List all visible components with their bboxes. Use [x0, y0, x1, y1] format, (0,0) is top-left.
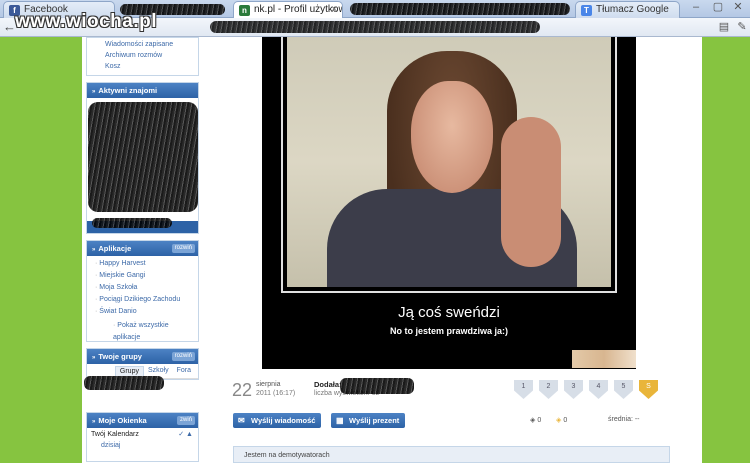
redaction-scribble	[92, 218, 172, 228]
app-link[interactable]: Happy Harvest	[95, 258, 194, 270]
send-gift-button[interactable]: ▦ Wyślij prezent	[331, 413, 406, 428]
messages-trash-link[interactable]: Kosz	[95, 61, 194, 72]
gold-count-value: 0	[563, 417, 568, 424]
gold-count: ◈ 0	[556, 416, 567, 424]
active-friends-header[interactable]: » Aktywni znajomi	[87, 83, 198, 98]
page-background-right	[702, 37, 750, 463]
apps-expand-button[interactable]: rozwiń	[171, 244, 195, 253]
poster-subtitle: No to jestem prawdziwa ja:)	[389, 326, 509, 336]
apps-title: Aplikacje	[98, 244, 132, 253]
sidebar: Wiadomości zapisane Archiwum rozmów Kosz…	[86, 37, 199, 463]
widgets-collapse-button[interactable]: zwiń	[176, 416, 195, 425]
groups-header[interactable]: » Twoje grupy rozwiń	[87, 349, 198, 364]
nk-icon: n	[239, 5, 250, 16]
tab-groups[interactable]: Grupy	[114, 366, 144, 376]
photo-face	[411, 81, 493, 193]
gift-icon: ▦	[336, 416, 344, 425]
close-icon[interactable]: ✕	[330, 4, 338, 15]
date-day: 22	[232, 380, 253, 400]
poster-title: Ją coś sweńdzi	[398, 304, 500, 321]
apps-box: »Aplikacjerozwiń Happy Harvest Miejskie …	[86, 240, 199, 342]
widgets-box: » Moje Okienka zwiń Twój Kalendarz ✓ ▲ dzi…	[86, 412, 199, 462]
messages-saved-link[interactable]: Wiadomości zapisane	[95, 39, 194, 50]
widgets-title: Moje Okienka	[98, 416, 147, 425]
demotivator-footer[interactable]: Jestem na demotywatorach	[233, 446, 670, 463]
translate-icon: T	[581, 5, 592, 16]
window-close-icon[interactable]: ✕	[732, 1, 744, 13]
date-time: 2011 (16:17)	[256, 390, 296, 397]
rating-shield-2[interactable]: 2	[539, 380, 558, 399]
send-gift-label: Wyślij prezent	[349, 416, 400, 425]
show-all-apps-link[interactable]: Pokaż wszystkie aplikacje	[95, 320, 194, 344]
rating-shield-4[interactable]: 4	[589, 380, 608, 399]
bookmark-icon[interactable]: ▢	[712, 1, 724, 13]
envelope-icon: ✉	[238, 416, 245, 425]
rating-shield-3[interactable]: 3	[564, 380, 583, 399]
active-friends-title: Aktywni znajomi	[98, 86, 158, 95]
super-rating-shield[interactable]: S	[639, 380, 658, 399]
calendar-row[interactable]: Twój Kalendarz ✓ ▲	[87, 428, 198, 441]
tab-google-translate[interactable]: T Tłumacz Google	[575, 1, 680, 18]
redaction-scribble	[340, 378, 414, 394]
app-link[interactable]: Miejskie Gangi	[95, 270, 194, 282]
redaction-scribble	[88, 102, 198, 212]
rating-shield-1[interactable]: 1	[514, 380, 533, 399]
page-background-left	[0, 37, 82, 463]
redaction-scribble	[210, 21, 540, 33]
widgets-header[interactable]: » Moje Okienka zwiń	[87, 413, 198, 428]
minimize-icon[interactable]: –	[690, 1, 702, 13]
shield-count: ◈ 0	[530, 416, 541, 424]
apps-header[interactable]: » Aplikacje rozwiń	[87, 241, 198, 256]
rating-shields: 1 2 3 4 5 S	[514, 380, 658, 399]
tab-label: Tłumacz Google	[596, 4, 669, 15]
rating-shield-5[interactable]: 5	[614, 380, 633, 399]
groups-title: Twoje grupy	[98, 352, 142, 361]
redaction-scribble	[350, 3, 570, 15]
send-message-label: Wyślij wiadomość	[251, 416, 316, 425]
redaction-scribble	[84, 376, 164, 390]
tab-schools[interactable]: Szkoły	[144, 366, 173, 376]
app-link[interactable]: Świat Danio	[95, 306, 194, 318]
app-link[interactable]: Pociągi Dzikiego Zachodu	[95, 294, 194, 306]
average-rating: średnia: --	[608, 416, 640, 423]
groups-expand-button[interactable]: rozwiń	[171, 352, 195, 361]
photo-hand	[501, 117, 561, 267]
wiocha-watermark: www.wiocha.pl	[15, 11, 157, 32]
app-link[interactable]: Moja Szkoła	[95, 282, 194, 294]
wrench-icon[interactable]: ✎	[736, 21, 748, 33]
tab-nk-profile[interactable]: n nk.pl - Profil użytkow ✕	[233, 1, 343, 18]
date-month: sierpnia	[256, 381, 281, 388]
shield-count-value: 0	[537, 417, 542, 424]
added-by-label: Dodała:	[314, 380, 342, 389]
checkmark-icon[interactable]: ✓ ▲	[178, 430, 193, 438]
tab-forums[interactable]: Fora	[173, 366, 195, 376]
today-label[interactable]: dzisiaj	[87, 441, 198, 450]
send-message-button[interactable]: ✉ Wyślij wiadomość	[233, 413, 322, 428]
blurred-patch	[572, 350, 636, 368]
profile-photo[interactable]	[287, 37, 611, 287]
calendar-label: Twój Kalendarz	[91, 431, 139, 438]
messages-box: Wiadomości zapisane Archiwum rozmów Kosz	[86, 37, 199, 76]
page-icon[interactable]: ▤	[718, 21, 730, 33]
messages-archive-link[interactable]: Archiwum rozmów	[95, 50, 194, 61]
